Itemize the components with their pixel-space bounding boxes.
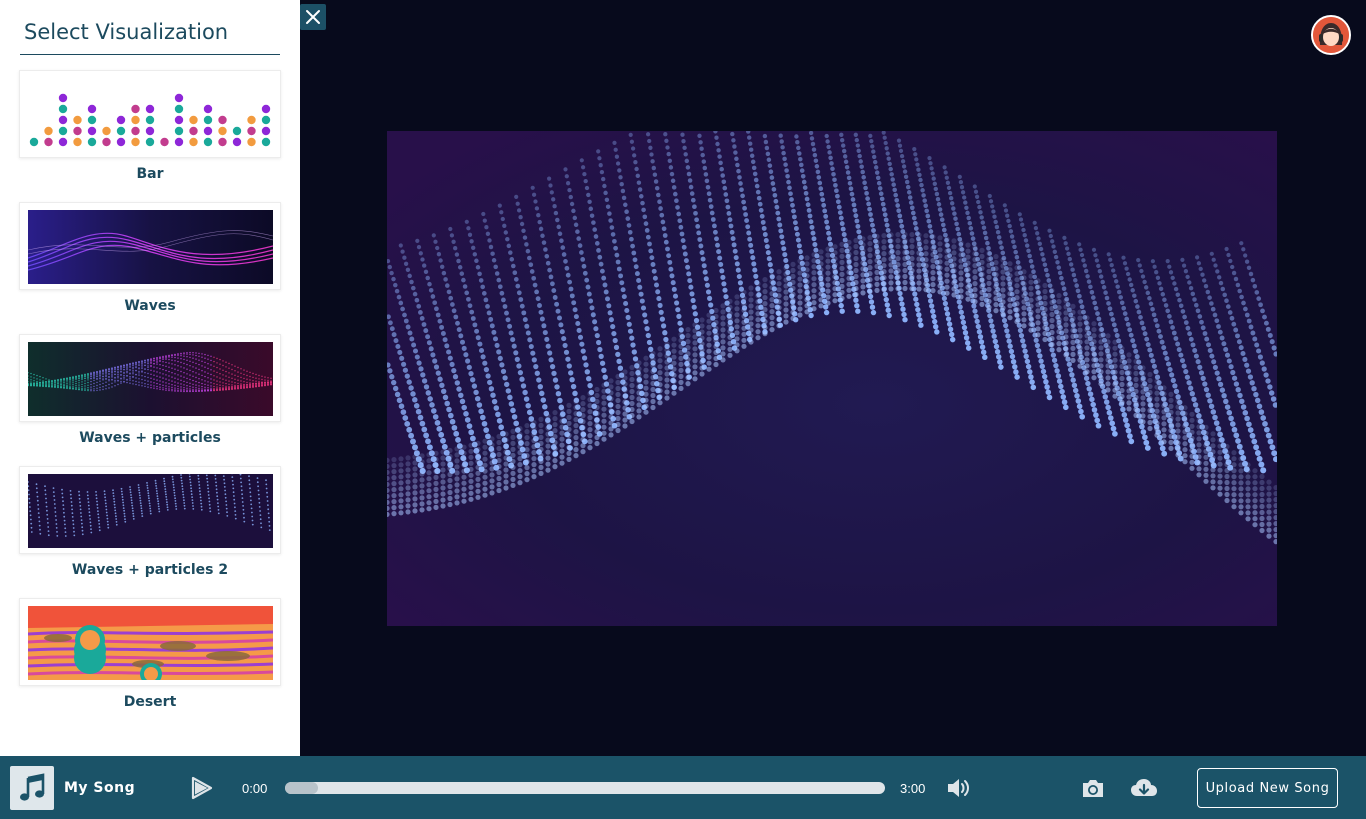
progress-bar[interactable] (285, 782, 885, 794)
download-button[interactable] (1130, 776, 1158, 800)
desert-thumbnail-image (28, 606, 273, 680)
waves-particles-thumbnail-image (28, 342, 273, 416)
sidebar-divider (20, 54, 280, 55)
play-button[interactable] (188, 775, 214, 801)
viz-thumbnail-waves-particles[interactable] (19, 334, 281, 422)
visualization-sidebar: Select Visualization Bar Waves Waves + p… (0, 0, 300, 756)
progress-fill (285, 782, 318, 794)
waves-particles-2-thumbnail-image (28, 474, 273, 548)
upload-new-song-button[interactable]: Upload New Song (1197, 768, 1338, 808)
player-bar: My Song 0:00 3:00 Upload New Song (0, 756, 1366, 819)
volume-icon (948, 779, 969, 797)
viz-label-waves-particles[interactable]: Waves + particles (19, 430, 281, 446)
viz-label-waves-particles-2[interactable]: Waves + particles 2 (19, 562, 281, 578)
bar-thumbnail-image (29, 93, 271, 147)
close-icon (306, 10, 320, 24)
viz-label-desert[interactable]: Desert (19, 694, 281, 710)
camera-icon (1083, 780, 1103, 797)
play-icon (191, 776, 213, 800)
viz-label-waves[interactable]: Waves (19, 298, 281, 314)
close-sidebar-button[interactable] (300, 4, 326, 30)
volume-button[interactable] (946, 776, 972, 800)
song-thumbnail (10, 766, 54, 810)
visualization-preview (387, 131, 1277, 626)
viz-thumbnail-waves[interactable] (19, 202, 281, 290)
song-title: My Song (64, 780, 136, 796)
viz-thumbnail-waves-particles-2[interactable] (19, 466, 281, 554)
viz-label-bar[interactable]: Bar (19, 166, 281, 182)
total-time: 3:00 (900, 781, 926, 796)
viz-thumbnail-desert[interactable] (19, 598, 281, 686)
visualization-canvas (387, 131, 1277, 626)
user-avatar-icon (1313, 17, 1349, 53)
viz-thumbnail-bar[interactable] (19, 70, 281, 158)
sidebar-title: Select Visualization (24, 20, 229, 44)
waves-thumbnail-image (28, 210, 273, 284)
music-note-icon (20, 773, 45, 801)
current-time: 0:00 (242, 781, 268, 796)
cloud-download-icon (1131, 779, 1157, 796)
screenshot-button[interactable] (1081, 777, 1105, 799)
user-avatar[interactable] (1311, 15, 1351, 55)
